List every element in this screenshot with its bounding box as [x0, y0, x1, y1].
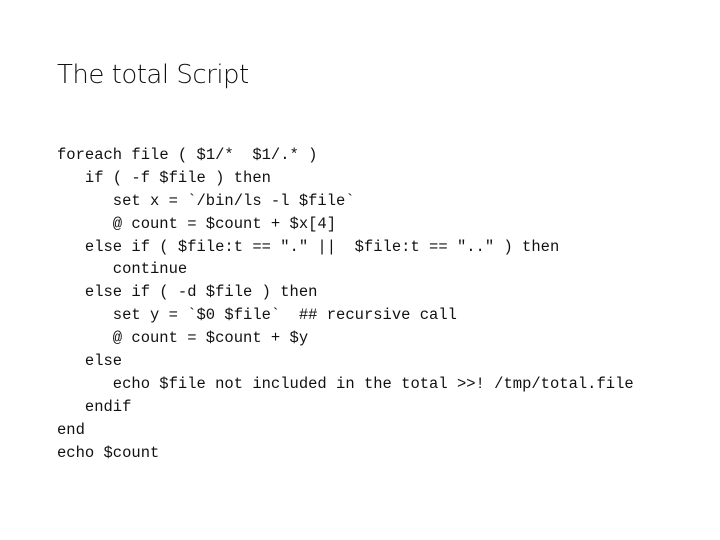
code-line: set y = `$0 $file` ## recursive call — [112, 306, 457, 325]
code-line: endif — [84, 397, 132, 416]
code-line: end — [57, 420, 85, 439]
code-block: foreach file ( $1/* $1/.* ) if ( -f $fil… — [57, 144, 634, 464]
code-line: set x = `/bin/ls -l $file` — [112, 191, 355, 210]
code-line: else if ( $file:t == "." || $file:t == "… — [84, 237, 560, 256]
code-line: foreach file ( $1/* $1/.* ) — [57, 146, 318, 164]
code-line: else — [84, 352, 123, 371]
code-line: echo $file not included in the total >>!… — [112, 374, 634, 393]
code-line: @ count = $count + $x[4] — [112, 214, 337, 233]
code-line: continue — [112, 260, 188, 279]
code-line: echo $count — [57, 443, 160, 462]
code-line: else if ( -d $file ) then — [84, 283, 318, 302]
slide-title: The total Script — [57, 60, 249, 90]
code-line: if ( -f $file ) then — [84, 168, 271, 187]
code-line: @ count = $count + $y — [112, 329, 309, 348]
